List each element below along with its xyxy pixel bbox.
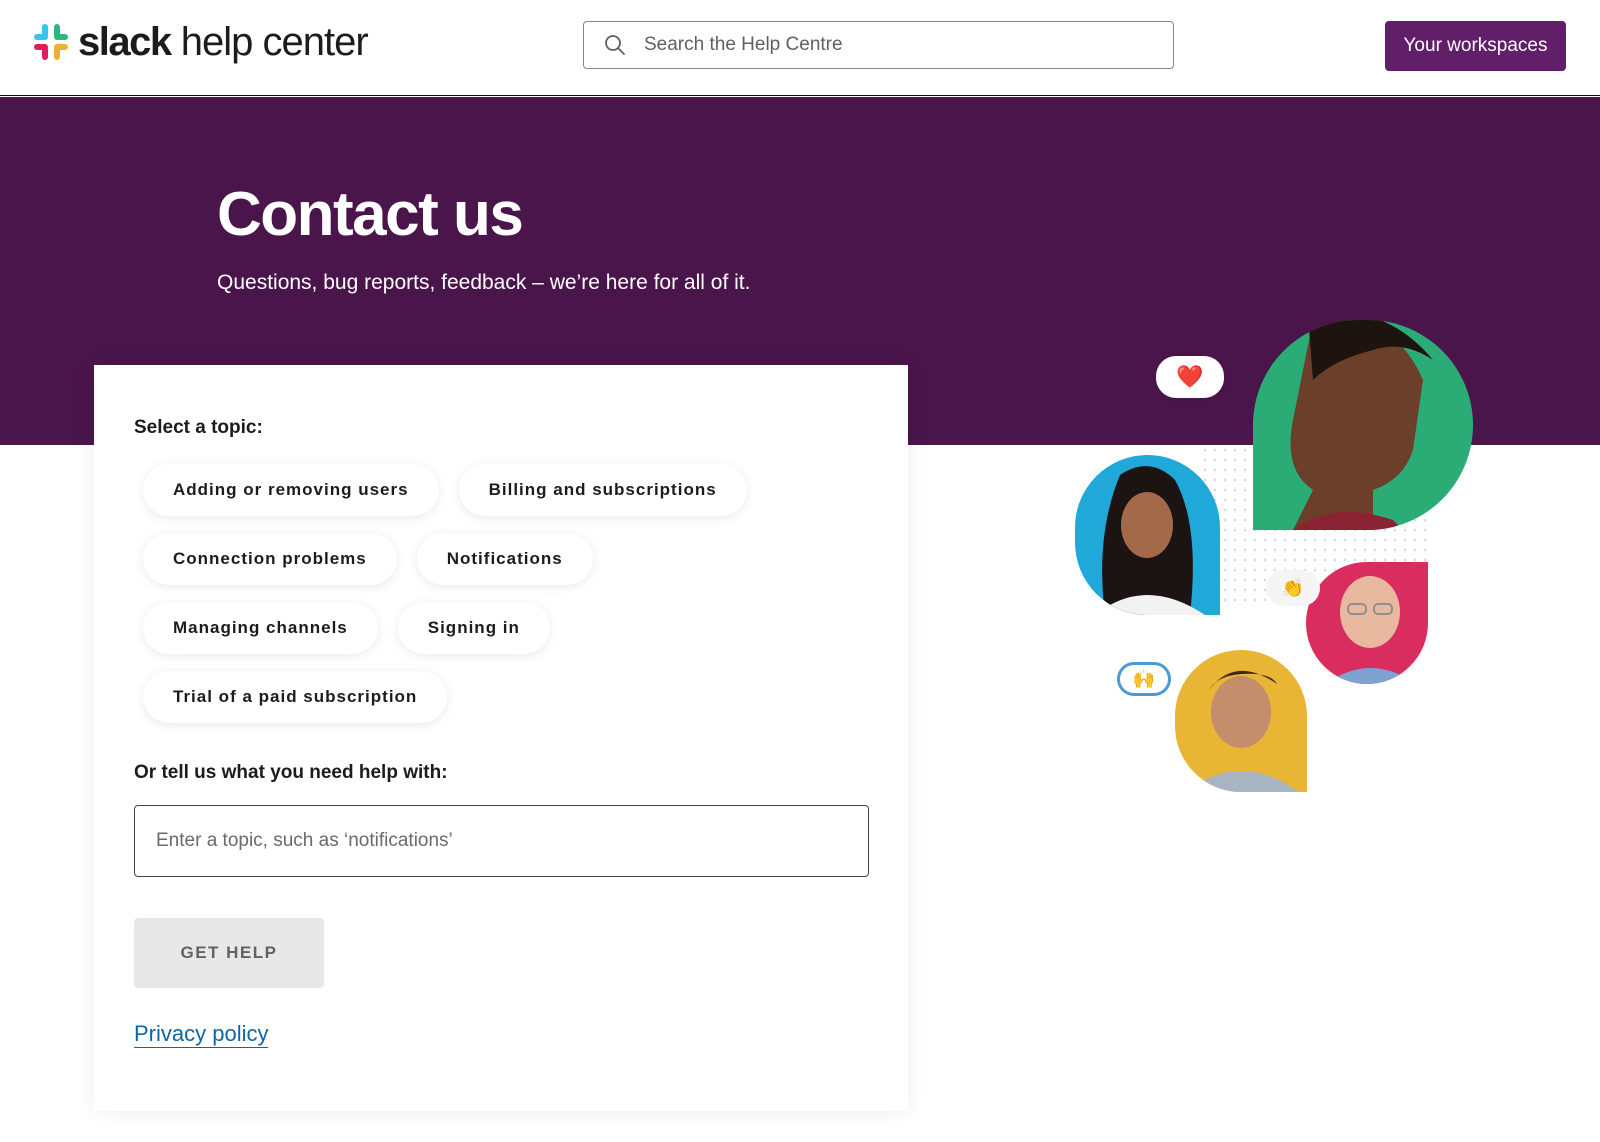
raised-hands-reaction-icon: 🙌 [1117, 662, 1171, 696]
topic-chip-signing-in[interactable]: Signing in [397, 602, 550, 654]
contact-form-card: Select a topic: Adding or removing users… [94, 365, 908, 1111]
topic-chip-connection-problems[interactable]: Connection problems [143, 533, 397, 585]
search-icon [604, 34, 626, 56]
topic-chip-adding-removing-users[interactable]: Adding or removing users [143, 464, 439, 516]
freeform-help-label: Or tell us what you need help with: [134, 762, 448, 783]
topic-input[interactable] [134, 805, 869, 877]
team-photo-green [1253, 320, 1473, 530]
get-help-button[interactable]: GET HELP [134, 918, 324, 988]
privacy-policy-link[interactable]: Privacy policy [134, 1021, 269, 1049]
topic-chip-managing-channels[interactable]: Managing channels [143, 602, 378, 654]
topic-chip-billing-subscriptions[interactable]: Billing and subscriptions [458, 464, 747, 516]
support-team-illustration: ❤️ 👏 🙌 [1070, 270, 1490, 800]
topic-chip-notifications[interactable]: Notifications [416, 533, 593, 585]
select-topic-label: Select a topic: [134, 417, 263, 438]
page-title: Contact us [217, 180, 524, 249]
team-photo-red [1306, 562, 1428, 684]
page-subtitle: Questions, bug reports, feedback – we’re… [217, 271, 751, 294]
topic-chip-list: Adding or removing users Billing and sub… [143, 464, 863, 740]
search-bar[interactable] [583, 21, 1174, 69]
your-workspaces-button[interactable]: Your workspaces [1385, 21, 1566, 71]
team-photo-yellow [1175, 650, 1307, 792]
clap-reaction-icon: 👏 [1266, 570, 1320, 606]
team-photo-blue [1075, 455, 1220, 615]
search-input[interactable] [644, 34, 1144, 56]
slack-logo-icon [34, 24, 70, 60]
slack-help-center-logo[interactable]: slack help center [34, 20, 369, 64]
heart-reaction-icon: ❤️ [1156, 356, 1224, 398]
topic-chip-trial-paid-subscription[interactable]: Trial of a paid subscription [143, 671, 448, 723]
logo-text: slack help center [78, 20, 369, 64]
site-header: slack help center Your workspaces [0, 0, 1600, 96]
